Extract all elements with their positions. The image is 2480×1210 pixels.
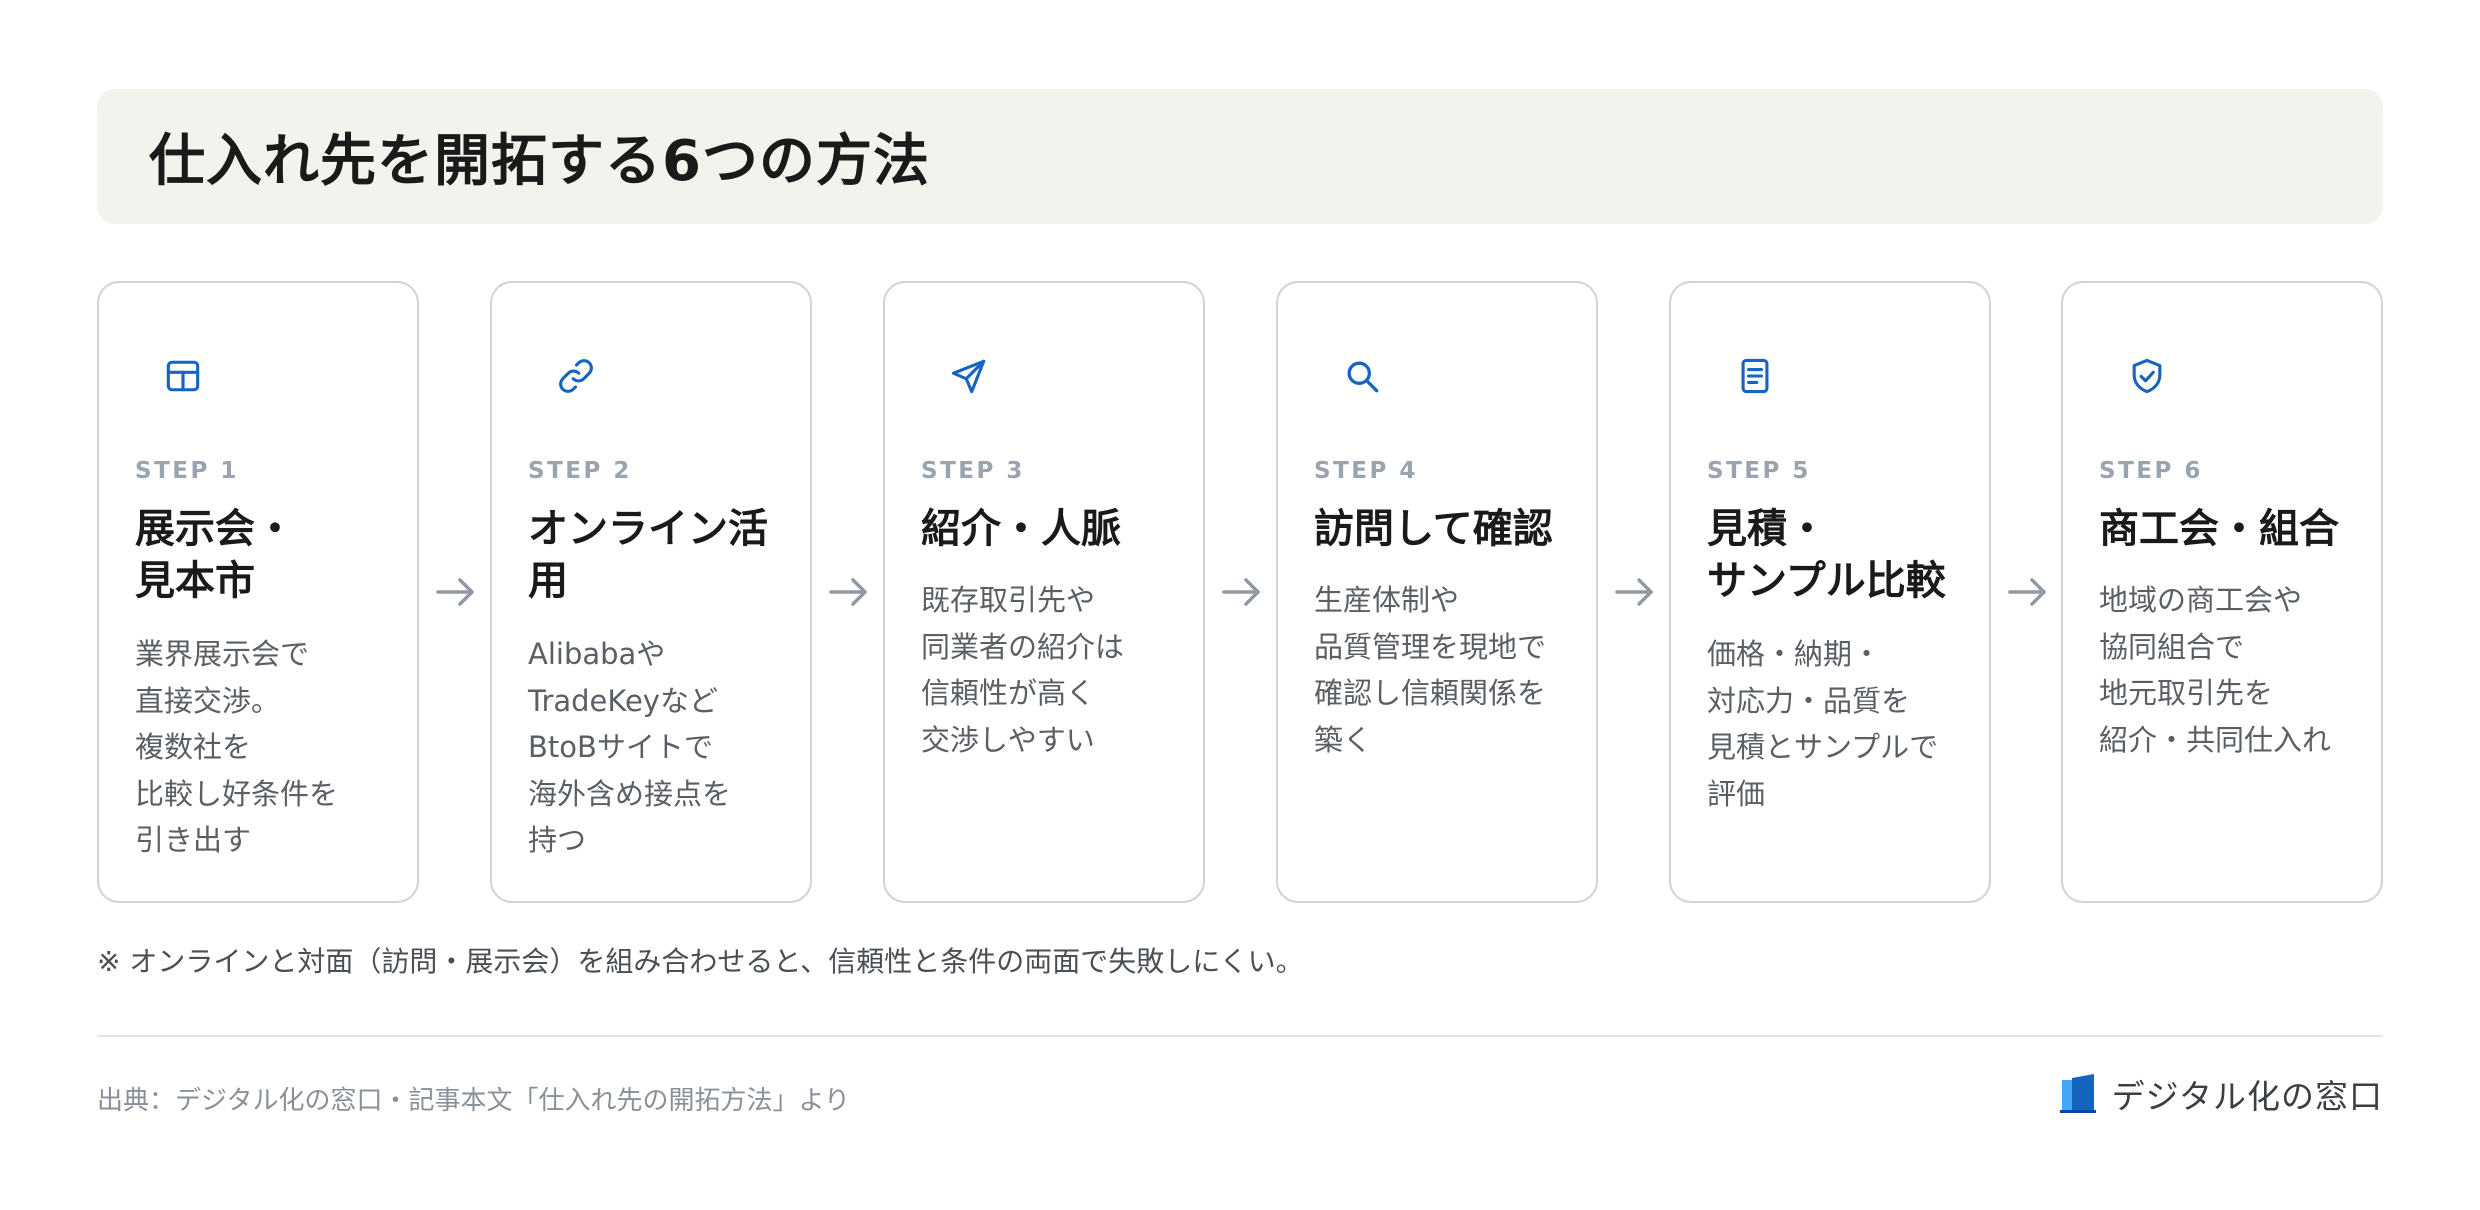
shield-check-icon (2125, 354, 2169, 398)
step-card-2: STEP 2 オンライン活 用 Alibabaや TradeKeyなど BtoB… (490, 281, 812, 903)
link-icon (554, 354, 598, 398)
step-label: STEP 2 (528, 458, 632, 484)
step-heading: オンライン活 用 (528, 506, 768, 604)
step-card-1: STEP 1 展示会・ 見本市 業界展示会で 直接交渉。 複数社を 比較し好条件… (97, 281, 419, 903)
step-label: STEP 1 (135, 458, 239, 484)
page-title: 仕入れ先を開拓する6つの方法 (149, 129, 930, 194)
arrow-right-icon (432, 572, 480, 612)
step-card-5: STEP 5 見積・ サンプル比較 価格・納期・ 対応力・品質を 見積とサンプル… (1669, 281, 1991, 903)
document-icon (1733, 354, 1777, 398)
step-description: Alibabaや TradeKeyなど BtoBサイトで 海外含め接点を 持つ (528, 637, 732, 857)
step-description: 業界展示会で 直接交渉。 複数社を 比較し好条件を 引き出す (135, 637, 339, 857)
steps-flow: STEP 1 展示会・ 見本市 業界展示会で 直接交渉。 複数社を 比較し好条件… (97, 281, 2383, 903)
step-heading: 紹介・人脈 (921, 506, 1121, 552)
title-banner: 仕入れ先を開拓する6つの方法 (97, 89, 2383, 224)
arrow-right-icon (2004, 572, 2052, 612)
footnote: ※ オンラインと対面（訪問・展示会）を組み合わせると、信頼性と条件の両面で失敗し… (97, 945, 1304, 978)
step-description: 生産体制や 品質管理を現地で 確認し信頼関係を 築く (1314, 583, 1547, 757)
window-logo-icon (2059, 1072, 2100, 1116)
divider (97, 1035, 2383, 1037)
source-citation: 出典：デジタル化の窓口・記事本文「仕入れ先の開拓方法」より (97, 1086, 850, 1116)
step-description: 地域の商工会や 協同組合で 地元取引先を 紹介・共同仕入れ (2099, 583, 2332, 757)
step-card-3: STEP 3 紹介・人脈 既存取引先や 同業者の紹介は 信頼性が高く 交渉しやす… (883, 281, 1205, 903)
step-heading: 訪問して確認 (1314, 506, 1553, 552)
search-icon (1340, 354, 1384, 398)
step-description: 価格・納期・ 対応力・品質を 見積とサンプルで 評価 (1707, 637, 1939, 811)
step-card-4: STEP 4 訪問して確認 生産体制や 品質管理を現地で 確認し信頼関係を 築く (1276, 281, 1598, 903)
table-icon (161, 354, 205, 398)
step-label: STEP 3 (921, 458, 1025, 484)
step-heading: 見積・ サンプル比較 (1707, 506, 1946, 604)
arrow-right-icon (1611, 572, 1659, 612)
arrow-right-icon (1218, 572, 1266, 612)
brand-logo: デジタル化の窓口 (2059, 1070, 2383, 1118)
step-label: STEP 6 (2099, 458, 2203, 484)
step-label: STEP 4 (1314, 458, 1418, 484)
send-icon (947, 354, 991, 398)
step-heading: 商工会・組合 (2099, 506, 2339, 552)
step-card-6: STEP 6 商工会・組合 地域の商工会や 協同組合で 地元取引先を 紹介・共同… (2061, 281, 2383, 903)
step-heading: 展示会・ 見本市 (135, 506, 295, 604)
logo-text: デジタル化の窓口 (2111, 1077, 2383, 1116)
arrow-right-icon (825, 572, 873, 612)
step-label: STEP 5 (1707, 458, 1811, 484)
step-description: 既存取引先や 同業者の紹介は 信頼性が高く 交渉しやすい (921, 583, 1125, 757)
